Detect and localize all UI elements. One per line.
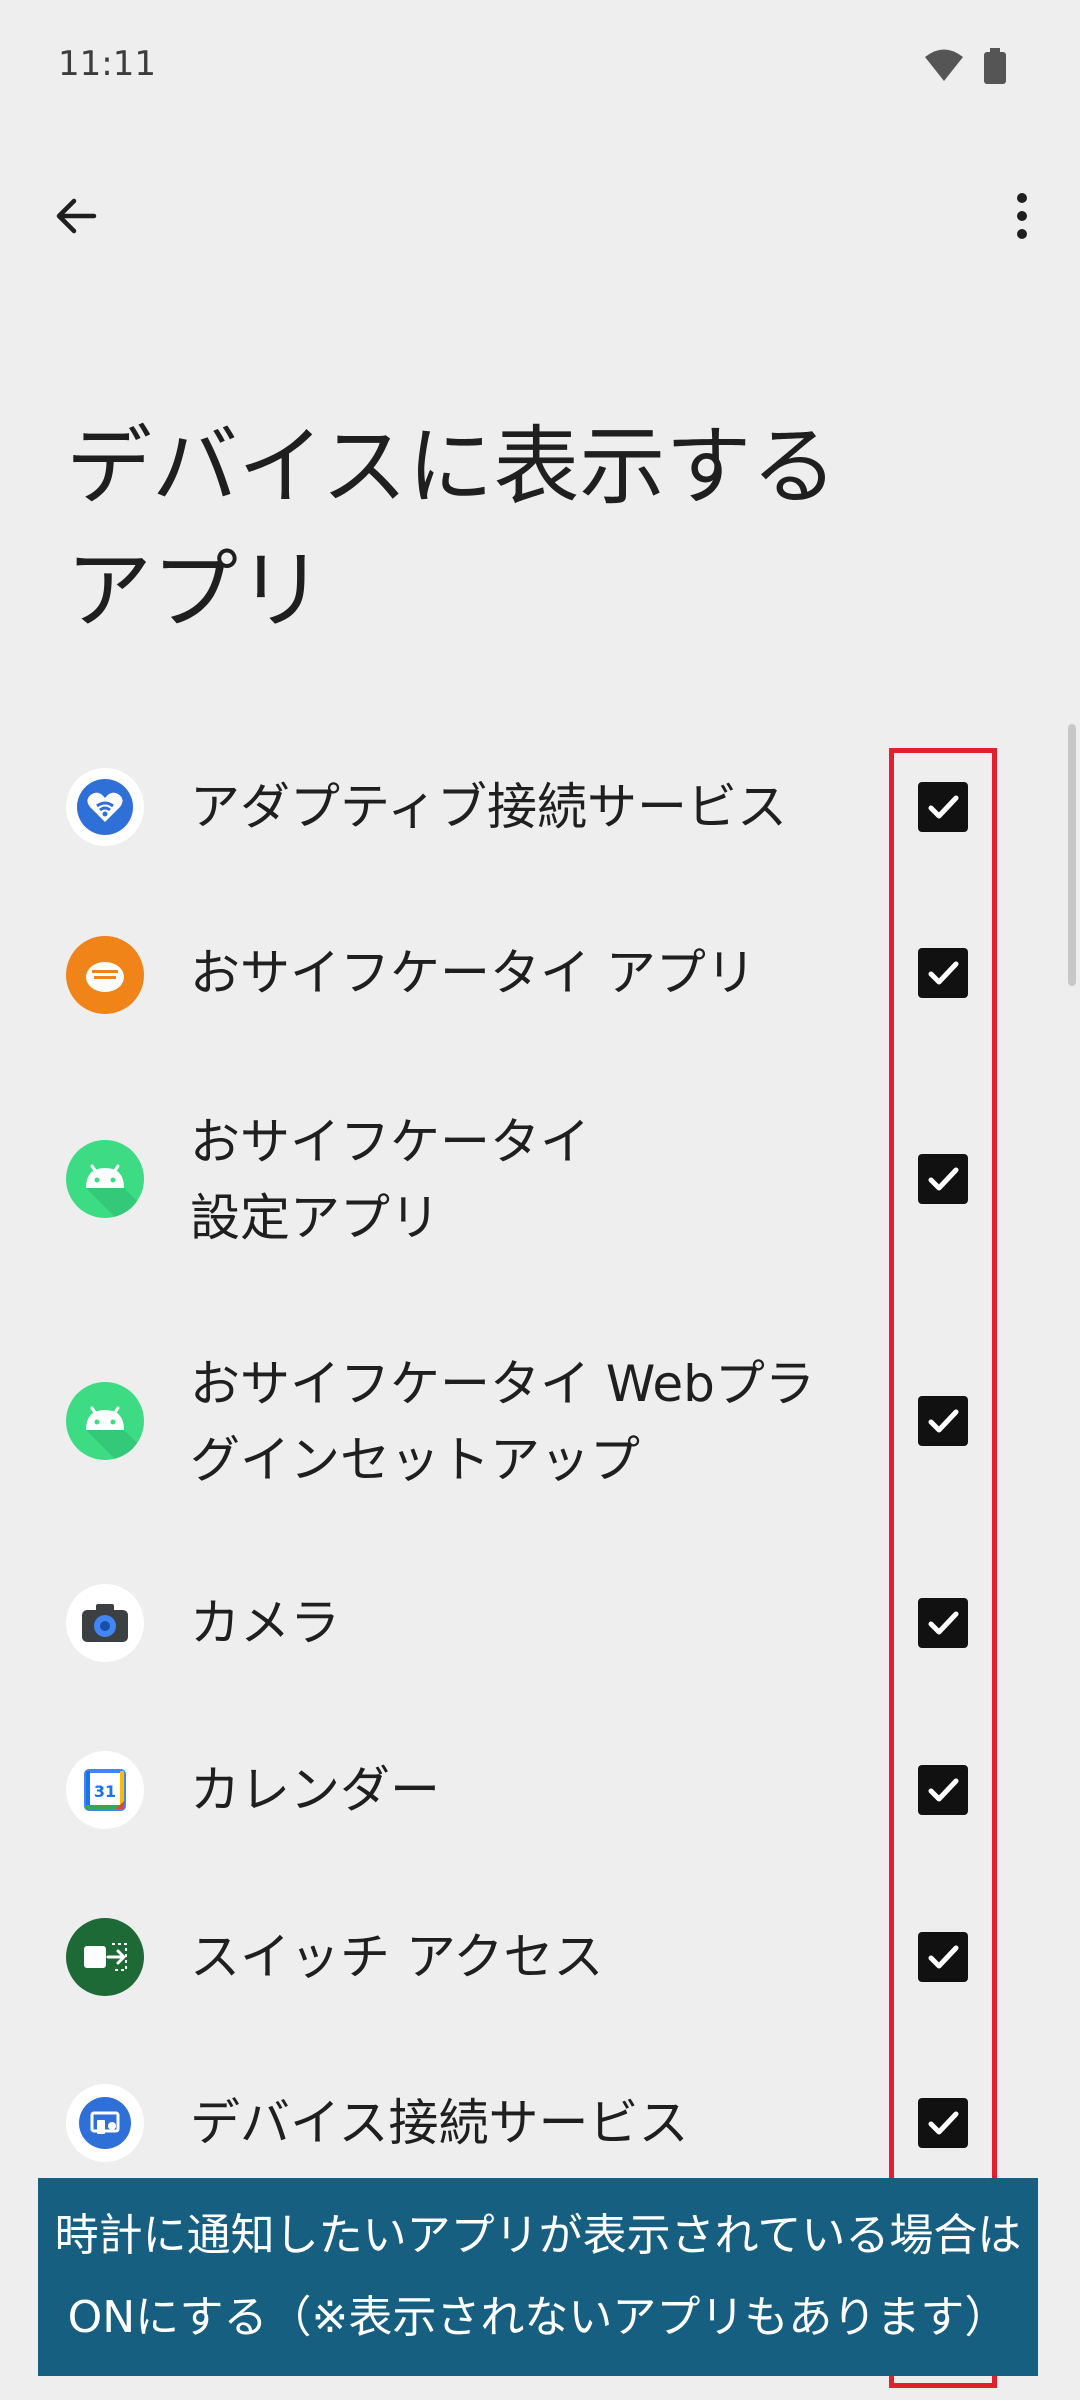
app-checkbox[interactable] [918,782,968,832]
camera-icon [66,1584,144,1662]
app-row-calendar[interactable]: 31 カレンダー [0,1725,1080,1855]
switch-access-icon [66,1918,144,1996]
app-label: カメラ [190,1594,340,1652]
app-label: デバイス接続サービス [190,2094,689,2152]
app-list: アダプティブ接続サービス おサイフケータイ アプリ おサイフケータイ 設定アプリ… [0,0,1080,2400]
android-icon [66,1382,144,1460]
app-label: おサイフケータイ 設定アプリ [190,1113,590,1247]
android-icon [66,1140,144,1218]
osaifu-keitai-icon [66,936,144,1014]
caption-line1: 時計に通知したいアプリが表示されている場合は [54,2210,1022,2261]
app-row-osaifu-keitai-settings[interactable]: おサイフケータイ 設定アプリ [0,1100,1080,1260]
calendar-day-label: 31 [94,1782,116,1801]
app-row-adaptive-connectivity[interactable]: アダプティブ接続サービス [0,742,1080,872]
app-row-switch-access[interactable]: スイッチ アクセス [0,1892,1080,2022]
app-row-device-connectivity[interactable]: デバイス接続サービス [0,2058,1080,2188]
app-label: アダプティブ接続サービス [190,778,787,836]
device-connectivity-icon [66,2084,144,2162]
app-checkbox[interactable] [918,1765,968,1815]
caption-banner: 時計に通知したいアプリが表示されている場合は ONにする（※表示されないアプリも… [38,2178,1038,2376]
app-row-osaifu-keitai-app[interactable]: おサイフケータイ アプリ [0,908,1080,1038]
check-icon [928,2111,959,2135]
check-icon [928,1945,959,1969]
app-label: スイッチ アクセス [190,1928,604,1986]
check-icon [928,795,959,819]
caption-line2: ONにする（※表示されないアプリもあります） [67,2292,1009,2343]
app-checkbox[interactable] [918,1396,968,1446]
app-checkbox[interactable] [918,948,968,998]
check-icon [928,1409,959,1433]
app-row-camera[interactable]: カメラ [0,1558,1080,1688]
app-label: おサイフケータイ アプリ [190,944,756,1002]
app-row-osaifu-keitai-web-plugin[interactable]: おサイフケータイ Webプラ グインセットアップ [0,1342,1080,1502]
app-label: おサイフケータイ Webプラ グインセットアップ [190,1355,815,1489]
check-icon [928,1778,959,1802]
check-icon [928,1167,959,1191]
check-icon [928,1611,959,1635]
app-checkbox[interactable] [918,1598,968,1648]
check-icon [928,961,959,985]
calendar-icon: 31 [66,1751,144,1829]
app-checkbox[interactable] [918,2098,968,2148]
scrollbar[interactable] [1068,724,1076,986]
app-checkbox[interactable] [918,1154,968,1204]
app-label: カレンダー [190,1761,440,1819]
adaptive-connectivity-icon [66,768,144,846]
app-checkbox[interactable] [918,1932,968,1982]
